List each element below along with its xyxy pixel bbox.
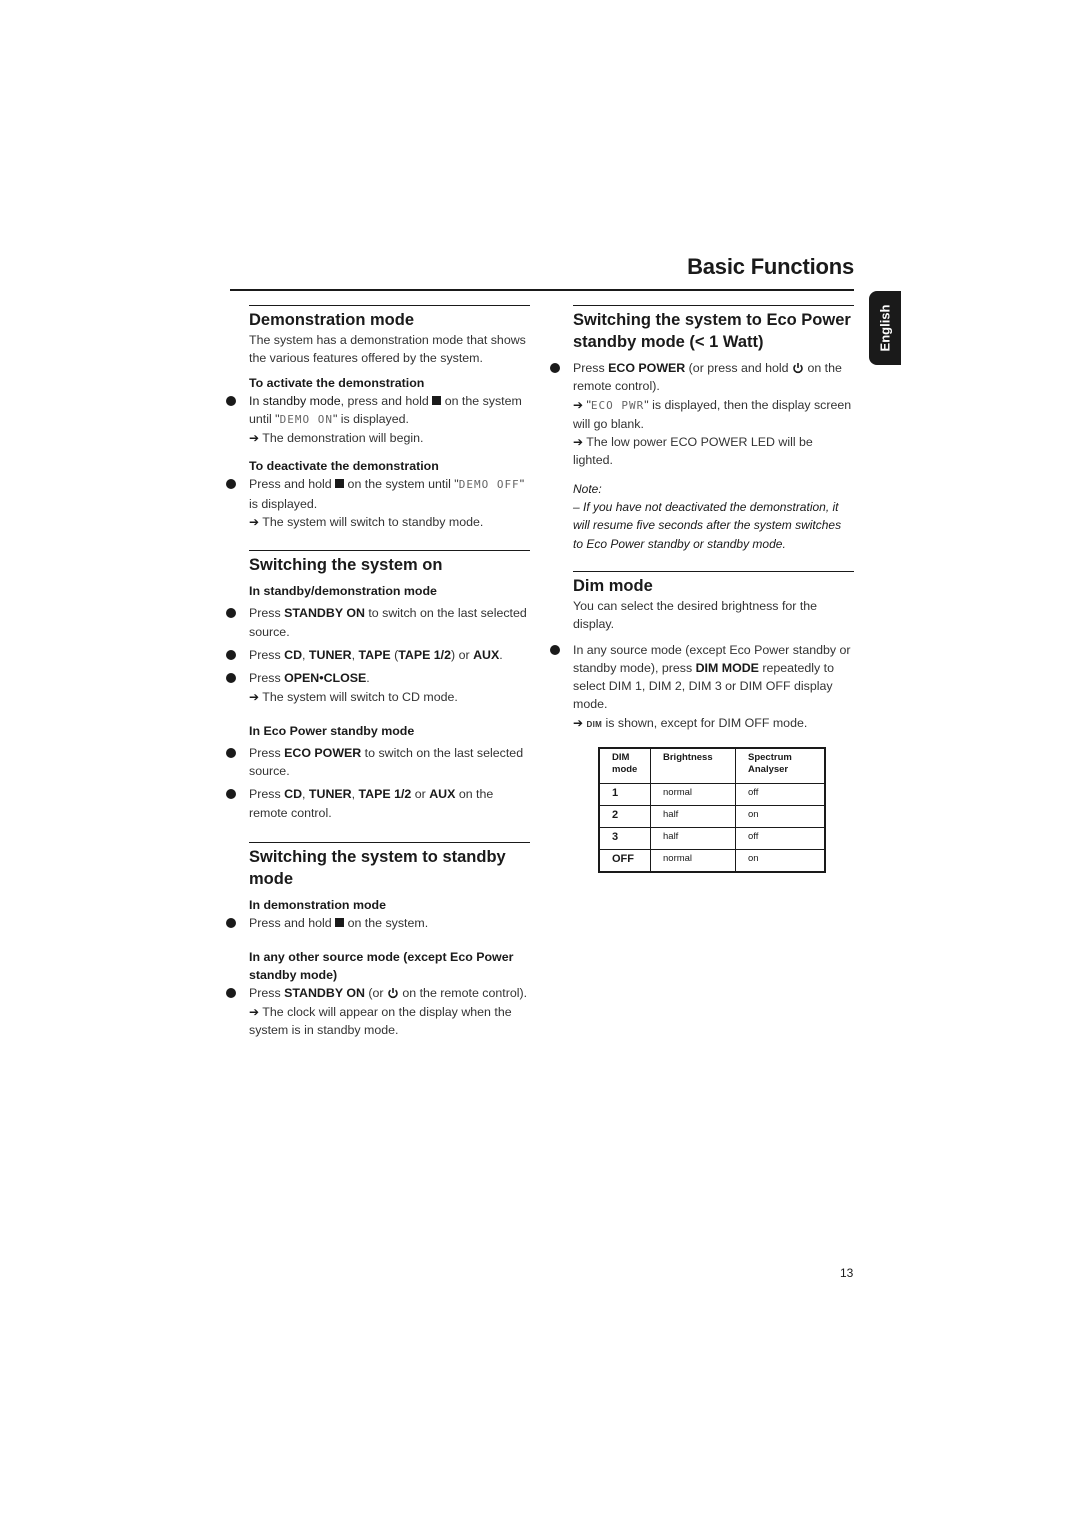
note-label: Note:	[573, 481, 602, 496]
bullet-item: Press STANDBY ON to switch on the last s…	[226, 604, 530, 641]
table-cell: normal	[650, 783, 736, 806]
power-icon	[388, 988, 398, 999]
bullet-item: In any source mode (except Eco Power sta…	[550, 641, 854, 714]
table-header-cell: Brightness	[650, 747, 736, 784]
dim-mode-table: DIM mode Brightness Spectrum Analyser 1n…	[598, 747, 826, 873]
section-switching-on: Switching the system on In standby/demon…	[226, 550, 530, 822]
paragraph: You can select the desired brightness fo…	[573, 598, 818, 632]
section-heading: Switching the system to standby mode	[249, 848, 506, 889]
table-cell: on	[735, 849, 826, 873]
arrow-icon: ➔	[249, 431, 260, 446]
table-cell: half	[650, 805, 736, 828]
bullet-item: Press and hold on the system until "DEMO…	[226, 475, 530, 513]
bullet-item: Press ECO POWER to switch on the last se…	[226, 744, 530, 781]
section-dim-mode: Dim mode You can select the desired brig…	[550, 570, 854, 734]
section-eco-power-standby: Switching the system to Eco Power standb…	[550, 305, 854, 553]
result-line: ➔ The clock will appear on the display w…	[249, 1004, 512, 1037]
table-cell: 3	[598, 827, 651, 850]
section-heading: Switching the system on	[249, 556, 443, 575]
section-heading: Demonstration mode	[249, 311, 415, 329]
arrow-icon: ➔	[573, 435, 584, 450]
table-cell: half	[650, 827, 736, 850]
arrow-icon: ➔	[573, 397, 584, 412]
left-column: Demonstration mode The system has a demo…	[226, 305, 530, 1039]
bullet-item: Press ECO POWER (or press and hold on th…	[550, 359, 854, 396]
stop-icon	[432, 395, 442, 405]
arrow-icon: ➔	[249, 1004, 260, 1019]
subheading: To activate the demonstration	[249, 375, 425, 390]
arrow-icon: ➔	[249, 689, 260, 704]
table-header-cell: DIM mode	[598, 747, 651, 784]
page-number: 13	[840, 1266, 854, 1280]
subheading: In demonstration mode	[249, 898, 386, 913]
stop-icon	[335, 918, 345, 928]
table-cell: on	[735, 805, 826, 828]
section-switching-standby: Switching the system to standby mode In …	[226, 842, 530, 1039]
bullet-item: Press CD, TUNER, TAPE (TAPE 1/2) or AUX.	[226, 646, 530, 664]
subheading: In any other source mode (except Eco Pow…	[249, 950, 514, 983]
bullet-item: Press OPEN•CLOSE.	[226, 669, 530, 687]
table-header-cell: Spectrum Analyser	[735, 747, 826, 784]
language-tab-label: English	[877, 304, 893, 352]
lcd-text: DEMO ON	[279, 412, 333, 426]
result-line: ➔ The system will switch to standby mode…	[249, 515, 484, 530]
table-row: 1 normal off	[598, 783, 826, 806]
result-line: ➔ The system will switch to CD mode.	[249, 689, 458, 704]
right-column: Switching the system to Eco Power standb…	[550, 305, 854, 734]
language-tab: English	[869, 291, 901, 365]
section-heading: Dim mode	[573, 576, 653, 595]
result-line: ➔ "ECO PWR" is displayed, then the displ…	[573, 397, 852, 431]
lcd-text: ECO PWR	[590, 398, 645, 412]
dim-indicator-icon: DIM	[586, 719, 603, 729]
table-cell: 2	[598, 805, 651, 828]
subheading: In Eco Power standby mode	[249, 723, 415, 738]
arrow-icon: ➔	[573, 715, 584, 730]
table-row: 2 half on	[598, 805, 826, 828]
section-demonstration-mode: Demonstration mode The system has a demo…	[226, 305, 530, 531]
table-cell: 1	[598, 783, 651, 806]
bullet-item: Press STANDBY ON (or on the remote contr…	[226, 984, 530, 1002]
page-title: Basic Functions	[687, 254, 854, 279]
result-line: ➔ DIM is shown, except for DIM OFF mode.	[573, 715, 808, 730]
table-cell: OFF	[598, 849, 651, 873]
bullet-item: In standby mode, press and hold on the s…	[226, 392, 530, 430]
table-header-row: DIM mode Brightness Spectrum Analyser	[598, 747, 826, 784]
header-rule	[230, 289, 854, 291]
table-cell: off	[735, 783, 826, 806]
table-cell: normal	[650, 849, 736, 873]
table-row: 3 half off	[598, 827, 826, 850]
stop-icon	[335, 479, 345, 489]
bullet-item: Press and hold on the system.	[226, 914, 530, 932]
subheading: To deactivate the demonstration	[249, 459, 439, 474]
paragraph: The system has a demonstration mode that…	[249, 333, 526, 366]
arrow-icon: ➔	[249, 515, 260, 530]
power-icon	[793, 363, 803, 374]
section-heading: Switching the system to Eco Power standb…	[573, 311, 851, 351]
bullet-item: Press CD, TUNER, TAPE 1/2 or AUX on the …	[226, 785, 530, 822]
note-text: – If you have not deactivated the demons…	[573, 500, 842, 551]
result-line: ➔ The low power ECO POWER LED will be li…	[573, 435, 813, 468]
table-cell: off	[735, 827, 826, 850]
subheading: In standby/demonstration mode	[249, 584, 437, 599]
result-line: ➔ The demonstration will begin.	[249, 431, 424, 446]
lcd-text: DEMO OFF	[458, 478, 520, 492]
table-row: OFF normal on	[598, 849, 826, 873]
